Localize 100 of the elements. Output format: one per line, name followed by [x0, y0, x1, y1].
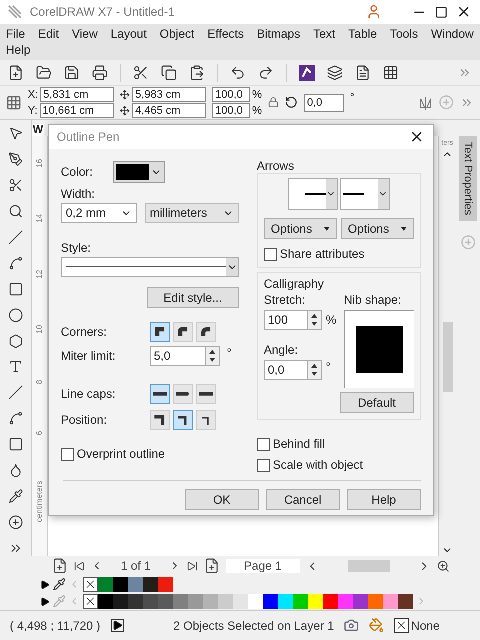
dialog-button[interactable]: Help [347, 489, 421, 510]
checkbox[interactable] [264, 248, 277, 260]
color-swatch[interactable] [323, 594, 338, 609]
style-dropdown[interactable] [61, 257, 239, 277]
menu-item[interactable]: Bitmaps [257, 27, 300, 41]
eyedropper-tool-icon[interactable] [8, 489, 24, 504]
color-swatch[interactable] [98, 577, 113, 592]
color-swatch[interactable] [248, 594, 263, 609]
zoom-tool-icon[interactable] [8, 204, 24, 219]
shape-tool-icon[interactable] [8, 152, 24, 167]
color-swatch[interactable] [278, 594, 293, 609]
x-position-field[interactable]: 5,831 cm [40, 87, 114, 102]
position-toggle[interactable] [173, 410, 193, 430]
checkbox[interactable] [61, 448, 74, 460]
color-swatch[interactable] [203, 594, 218, 609]
angle-field[interactable]: 0,0 [304, 94, 344, 112]
no-color-swatch[interactable] [83, 577, 98, 592]
launcher-icon[interactable] [299, 64, 315, 80]
color-swatch[interactable] [128, 594, 143, 609]
miter-limit-field[interactable]: 5,0 [150, 346, 206, 366]
color-swatch[interactable] [188, 594, 203, 609]
save-icon[interactable] [64, 64, 80, 80]
width-dropdown[interactable]: 0,2 mm [61, 203, 137, 223]
folder-icon[interactable] [36, 64, 52, 80]
add-page-icon[interactable] [204, 558, 220, 574]
maximize-icon[interactable] [435, 6, 448, 18]
position-toggle[interactable] [196, 410, 216, 430]
color-picker[interactable] [113, 161, 165, 183]
reference-point-icon[interactable] [6, 94, 22, 110]
menu-item[interactable]: Tools [390, 27, 418, 41]
angle-field[interactable]: 0,0 [264, 360, 308, 380]
spin-button[interactable] [308, 360, 322, 380]
color-swatch[interactable] [293, 594, 308, 609]
color-swatch[interactable] [113, 577, 128, 592]
undo-icon[interactable] [230, 64, 246, 80]
scrollbar-thumb[interactable] [442, 322, 452, 392]
docker-tab[interactable]: Text Properties [459, 136, 477, 222]
dialog-button[interactable]: OK [185, 489, 259, 510]
color-swatch[interactable] [158, 594, 173, 609]
color-swatch[interactable] [338, 594, 353, 609]
printer-icon[interactable] [92, 64, 108, 80]
checkbox[interactable] [257, 438, 270, 450]
eyedropper-icon[interactable] [53, 578, 66, 591]
corner-toggle[interactable] [196, 322, 216, 342]
color-swatch[interactable] [368, 594, 383, 609]
spin-button[interactable] [206, 346, 220, 366]
user-icon[interactable] [366, 4, 382, 20]
ellipse-tool-icon[interactable] [8, 308, 24, 322]
menu-item[interactable]: Edit [38, 27, 60, 41]
menu-item[interactable]: Window [431, 27, 474, 41]
curve-tool-icon[interactable] [8, 256, 24, 271]
play-icon[interactable] [110, 619, 124, 632]
options-button[interactable]: Options [264, 218, 337, 239]
copy-icon[interactable] [161, 64, 177, 80]
rectangle-tool-icon[interactable] [8, 282, 24, 297]
menu-item[interactable]: Help [6, 43, 31, 57]
page-tab[interactable]: Page 1 [226, 559, 300, 573]
color-swatch[interactable] [218, 594, 233, 609]
color-swatch[interactable] [233, 594, 248, 609]
corner-toggle[interactable] [173, 322, 193, 342]
end-arrow-dropdown[interactable] [340, 178, 390, 210]
zoom-icon[interactable] [437, 560, 450, 572]
last-page-icon[interactable] [187, 560, 198, 572]
line-tool-icon[interactable] [8, 230, 24, 245]
color-swatch[interactable] [308, 594, 323, 609]
default-button[interactable]: Default [340, 392, 414, 413]
camera-icon[interactable] [344, 618, 360, 633]
color-swatch[interactable] [143, 577, 158, 592]
document-tab[interactable]: W [32, 124, 44, 136]
line-cap-toggle[interactable] [150, 384, 170, 404]
units-dropdown[interactable]: millimeters [145, 203, 239, 223]
edit-style-button[interactable]: Edit style... [147, 287, 239, 308]
redo-icon[interactable] [258, 64, 274, 80]
scale-y-field[interactable]: 100,0 [212, 103, 250, 118]
checkbox[interactable] [257, 458, 270, 472]
first-page-icon[interactable] [74, 560, 85, 572]
start-arrow-dropdown[interactable] [288, 178, 338, 210]
stretch-field[interactable]: 100 [264, 310, 308, 330]
color-swatch[interactable] [113, 594, 128, 609]
options-button[interactable]: Options [341, 218, 414, 239]
menu-item[interactable]: View [72, 27, 98, 41]
height-field[interactable]: 4,465 cm [132, 103, 206, 118]
polygon-tool-icon[interactable] [8, 334, 24, 348]
color-swatch[interactable] [98, 594, 113, 609]
menu-item[interactable]: Table [348, 27, 378, 41]
color-swatch[interactable] [353, 594, 368, 609]
crop-tool-icon[interactable] [8, 178, 24, 193]
menu-item[interactable]: File [6, 27, 26, 41]
no-color-swatch[interactable] [83, 594, 98, 609]
color-swatch[interactable] [383, 594, 398, 609]
color-swatch[interactable] [173, 594, 188, 609]
menu-item[interactable]: Effects [208, 27, 244, 41]
line-cap-toggle[interactable] [173, 384, 193, 404]
lock-icon[interactable] [268, 97, 280, 108]
mirror-icon[interactable] [419, 96, 433, 110]
color-swatch[interactable] [158, 577, 173, 592]
menu-item[interactable]: Layout [110, 27, 147, 41]
y-position-field[interactable]: 10,661 cm [40, 103, 114, 118]
new-document-icon[interactable] [8, 64, 24, 80]
dialog-button[interactable]: Cancel [266, 489, 340, 510]
